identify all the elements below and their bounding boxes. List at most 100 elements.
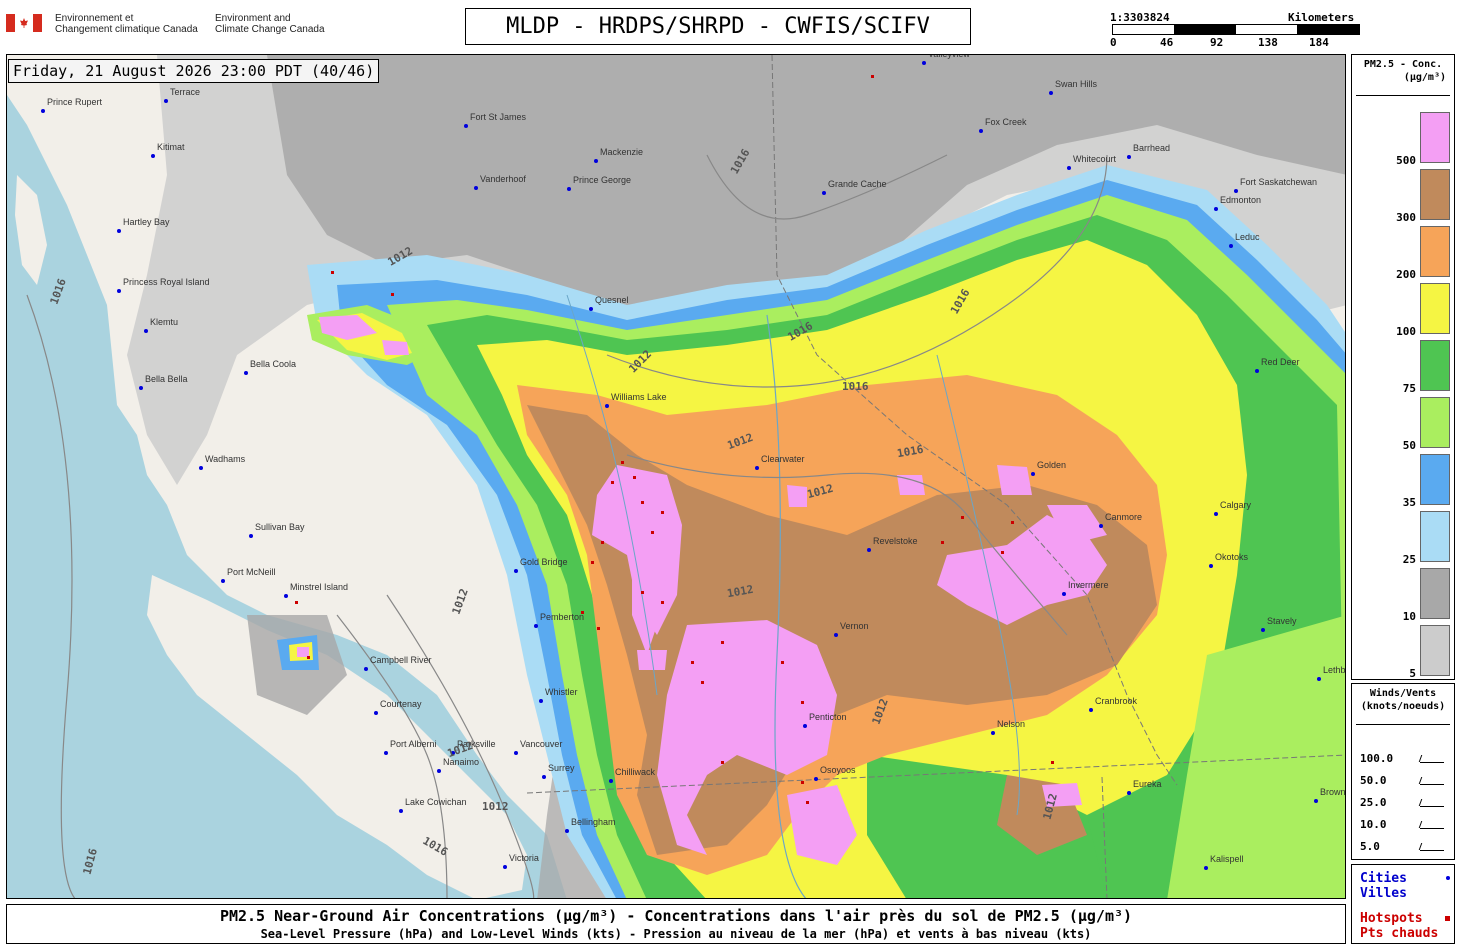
hotspot-marker[interactable] [801, 701, 804, 704]
city-label: Fort Saskatchewan [1240, 177, 1318, 187]
hotspot-marker[interactable] [295, 601, 298, 604]
wind-speed-label: 25.0 [1360, 796, 1387, 809]
hotspot-marker[interactable] [641, 591, 644, 594]
city-marker[interactable] [1214, 512, 1218, 516]
hotspot-marker[interactable] [651, 531, 654, 534]
hotspot-marker[interactable] [691, 661, 694, 664]
agency-name-fr: Environnement et Changement climatique C… [55, 13, 198, 35]
hotspot-marker[interactable] [633, 476, 636, 479]
city-marker[interactable] [1255, 369, 1259, 373]
city-marker[interactable] [1049, 91, 1053, 95]
city-marker[interactable] [565, 829, 569, 833]
hotspot-marker[interactable] [781, 661, 784, 664]
hotspot-marker[interactable] [591, 561, 594, 564]
smoke-forecast-map[interactable]: Prince Rupert Terrace Kitimat Hartley Bay Pr… [6, 54, 1346, 899]
city-marker[interactable] [803, 724, 807, 728]
city-marker[interactable] [244, 371, 248, 375]
hotspots-label-en: Hotspots [1360, 911, 1423, 926]
city-marker[interactable] [117, 229, 121, 233]
city-marker[interactable] [1214, 207, 1218, 211]
scale-ratio: 1:3303824 [1110, 11, 1170, 24]
city-label: Nanaimo [443, 757, 480, 767]
city-marker[interactable] [117, 289, 121, 293]
city-marker[interactable] [1234, 189, 1238, 193]
isobar-label: 1012 [482, 800, 509, 813]
hotspot-marker[interactable] [597, 627, 600, 630]
hotspot-marker[interactable] [621, 461, 624, 464]
city-marker[interactable] [399, 809, 403, 813]
city-marker[interactable] [755, 466, 759, 470]
city-label: Edmonton [1220, 195, 1262, 205]
hotspot-marker[interactable] [721, 641, 724, 644]
city-marker[interactable] [1204, 866, 1208, 870]
city-marker[interactable] [139, 386, 143, 390]
city-label: Eureka [1133, 779, 1162, 789]
city-marker[interactable] [437, 769, 441, 773]
hotspot-marker[interactable] [307, 656, 310, 659]
city-marker[interactable] [164, 99, 168, 103]
city-marker[interactable] [41, 109, 45, 113]
city-marker[interactable] [979, 129, 983, 133]
city-marker[interactable] [284, 594, 288, 598]
city-marker[interactable] [151, 154, 155, 158]
city-marker[interactable] [589, 307, 593, 311]
hotspot-marker[interactable] [806, 801, 809, 804]
city-marker[interactable] [1209, 564, 1213, 568]
hotspot-marker[interactable] [391, 293, 394, 296]
city-marker[interactable] [539, 699, 543, 703]
hotspot-marker[interactable] [661, 511, 664, 514]
city-marker[interactable] [514, 751, 518, 755]
hotspot-marker[interactable] [701, 681, 704, 684]
city-marker[interactable] [514, 569, 518, 573]
hotspot-marker[interactable] [1011, 521, 1014, 524]
city-marker[interactable] [1314, 799, 1318, 803]
hotspot-marker[interactable] [331, 271, 334, 274]
city-marker[interactable] [1229, 244, 1233, 248]
hotspot-marker[interactable] [1051, 761, 1054, 764]
hotspot-marker[interactable] [1001, 551, 1004, 554]
city-marker[interactable] [221, 579, 225, 583]
city-marker[interactable] [144, 329, 148, 333]
hotspot-marker[interactable] [661, 601, 664, 604]
city-marker[interactable] [1062, 592, 1066, 596]
hotspot-marker[interactable] [641, 501, 644, 504]
city-marker[interactable] [464, 124, 468, 128]
city-marker[interactable] [364, 667, 368, 671]
city-marker[interactable] [1067, 166, 1071, 170]
city-marker[interactable] [199, 466, 203, 470]
city-marker[interactable] [1127, 155, 1131, 159]
hotspot-marker[interactable] [611, 481, 614, 484]
city-marker[interactable] [814, 777, 818, 781]
hotspot-marker[interactable] [721, 761, 724, 764]
city-marker[interactable] [605, 404, 609, 408]
city-label: Vernon [840, 621, 869, 631]
city-marker[interactable] [374, 711, 378, 715]
city-marker[interactable] [1317, 677, 1321, 681]
city-marker[interactable] [542, 775, 546, 779]
city-marker[interactable] [1031, 472, 1035, 476]
city-marker[interactable] [834, 633, 838, 637]
hotspot-marker[interactable] [941, 541, 944, 544]
hotspot-marker[interactable] [961, 516, 964, 519]
city-marker[interactable] [991, 731, 995, 735]
city-marker[interactable] [594, 159, 598, 163]
hotspot-marker[interactable] [801, 781, 804, 784]
city-marker[interactable] [567, 187, 571, 191]
city-marker[interactable] [1127, 791, 1131, 795]
hotspot-marker[interactable] [601, 541, 604, 544]
city-label: Browning [1320, 787, 1346, 797]
city-marker[interactable] [609, 779, 613, 783]
city-marker[interactable] [384, 751, 388, 755]
city-marker[interactable] [867, 548, 871, 552]
city-marker[interactable] [503, 865, 507, 869]
city-marker[interactable] [922, 61, 926, 65]
city-marker[interactable] [1099, 524, 1103, 528]
wind-speed-label: 50.0 [1360, 774, 1387, 787]
city-marker[interactable] [249, 534, 253, 538]
city-marker[interactable] [1089, 708, 1093, 712]
city-marker[interactable] [534, 624, 538, 628]
hotspot-marker[interactable] [871, 75, 874, 78]
city-marker[interactable] [1261, 628, 1265, 632]
city-marker[interactable] [474, 186, 478, 190]
city-marker[interactable] [822, 191, 826, 195]
